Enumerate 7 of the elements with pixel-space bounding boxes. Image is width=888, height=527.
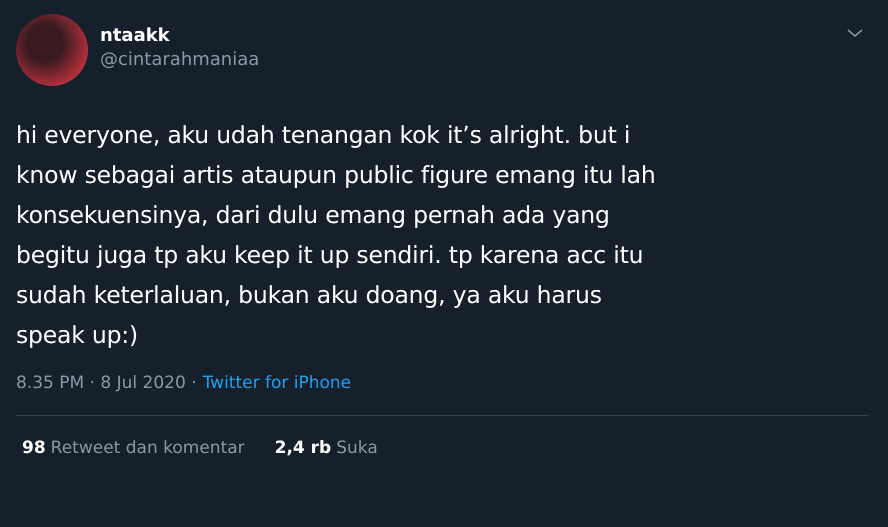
display-name[interactable]: ntaakk	[100, 24, 834, 48]
user-handle[interactable]: @cintarahmaniaa	[100, 48, 834, 72]
tweet-text: hi everyone, aku udah tenangan kok it’s alright. but i know sebagai artis ataupun public figure emang itu lah konsekuensinya, dari dulu emang pernah ada yang begitu juga tp aku keep it up sendiri. tp karena acc itu sudah keterlaluan, bukan aku doang, ya aku harus speak up:)	[16, 120, 657, 351]
timestamp: 8.35 PM · 8 Jul 2020 ·	[16, 372, 197, 395]
stat-count[interactable]: 2,4 rb Suka	[274, 438, 378, 458]
stat-count[interactable]: 98 Retweet dan komentar	[22, 438, 245, 458]
source-link[interactable]: Twitter for iPhone	[202, 371, 352, 395]
